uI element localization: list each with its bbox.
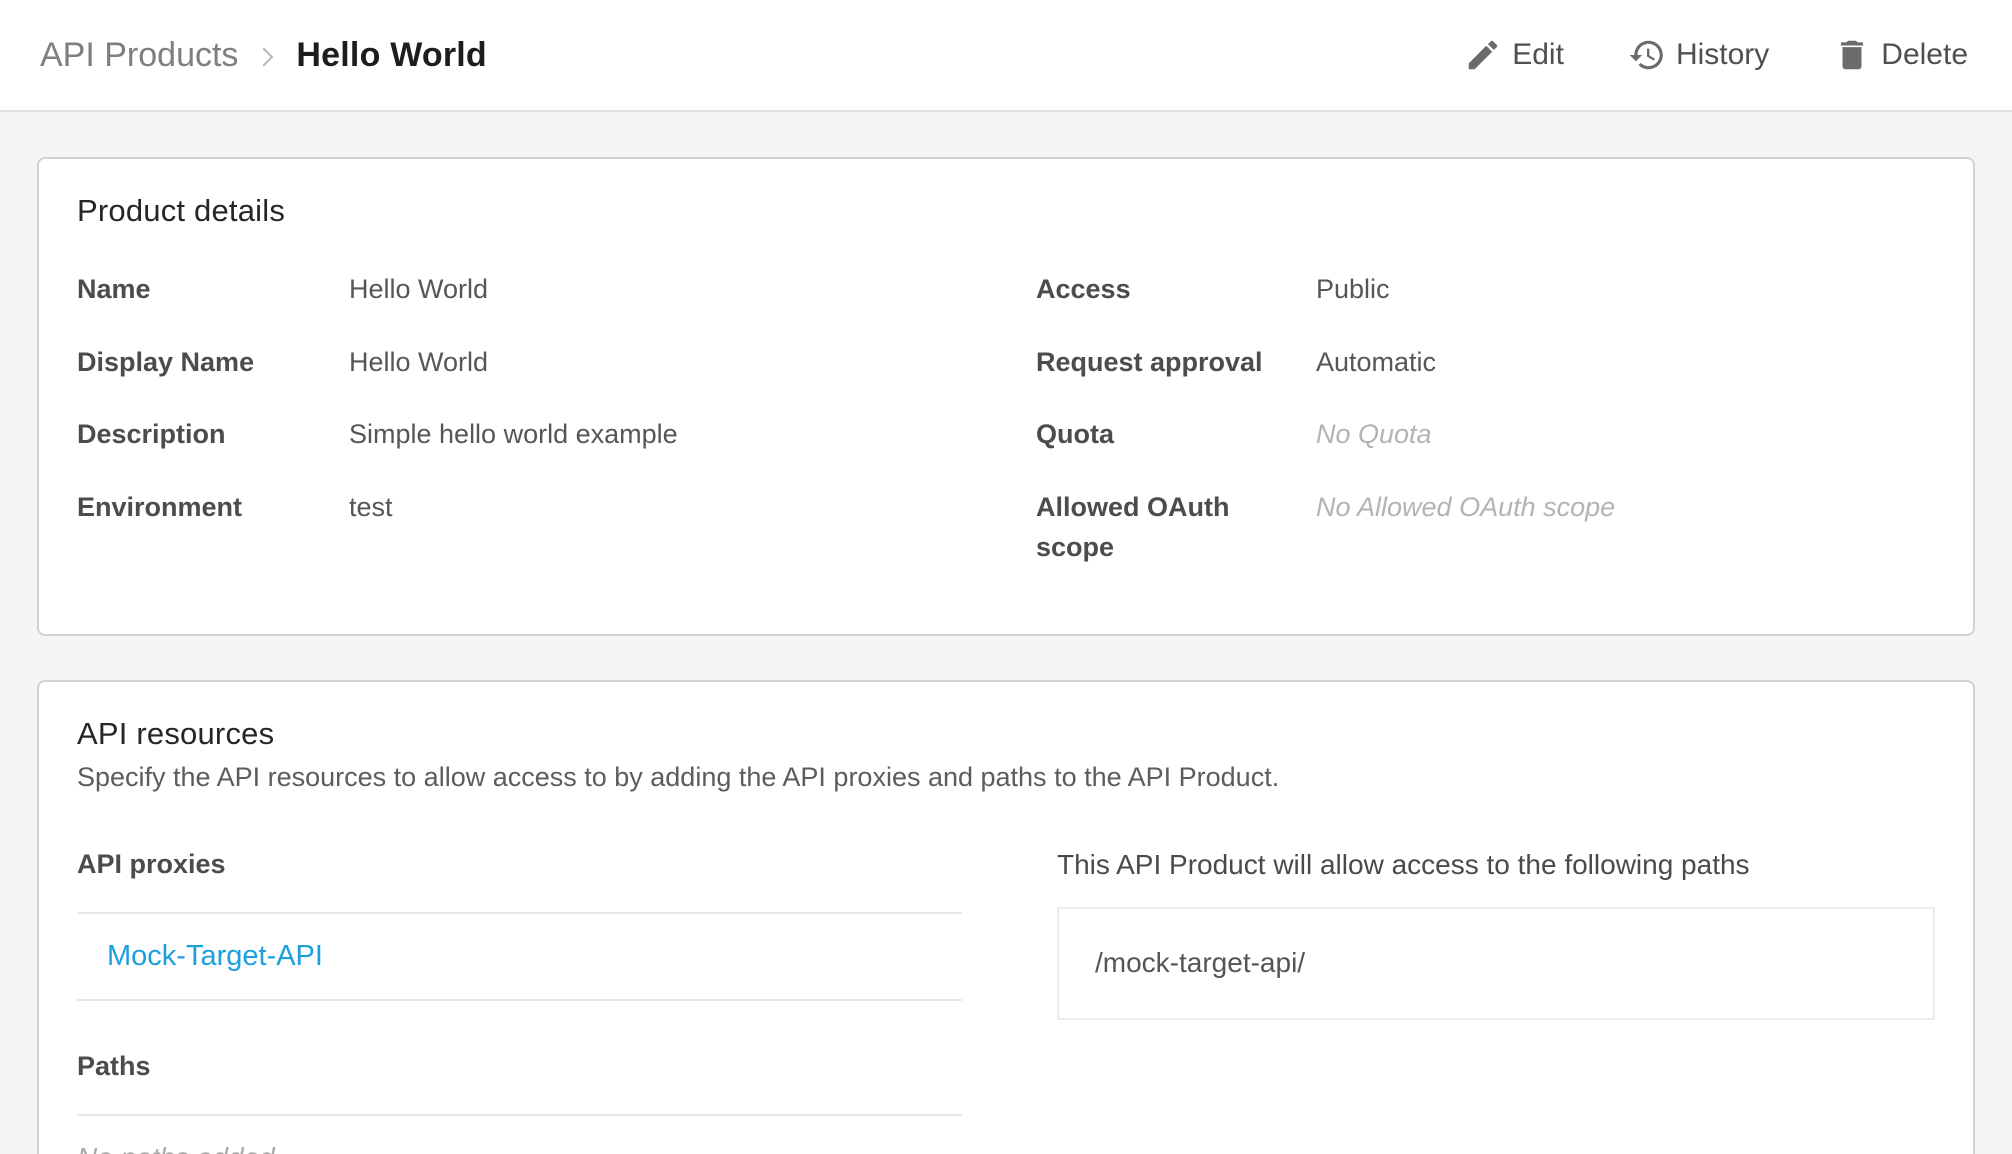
field-allowed-oauth-scope: Allowed OAuth scope No Allowed OAuth sco… <box>1036 487 1935 568</box>
breadcrumb-api-products-link[interactable]: API Products <box>40 36 238 75</box>
field-value: Public <box>1316 274 1390 304</box>
page-title: Hello World <box>296 35 487 74</box>
edit-button-label: Edit <box>1512 38 1564 71</box>
product-details-title: Product details <box>77 193 286 228</box>
header-actions: Edit History Delete <box>1464 36 1968 74</box>
field-label: Request approval <box>1036 346 1263 377</box>
paths-empty-text: No paths added. <box>77 1142 962 1154</box>
page-header: API Products Hello World Edit History De… <box>0 0 2012 112</box>
proxy-link-mock-target-api[interactable]: Mock-Target-API <box>107 940 323 972</box>
field-label: Quota <box>1036 419 1114 449</box>
field-label: Access <box>1036 274 1131 304</box>
field-access: Access Public <box>1036 269 1935 310</box>
details-left-column: Name Hello World Display Name Hello Worl… <box>77 269 976 600</box>
field-label: Allowed OAuth scope <box>1036 491 1230 563</box>
field-quota: Quota No Quota <box>1036 414 1935 455</box>
api-resources-card: API resources Specify the API resources … <box>37 679 1975 1154</box>
divider <box>77 1113 962 1116</box>
history-clock-icon <box>1629 40 1663 70</box>
allowed-paths-box: /mock-target-api/ <box>1057 906 1935 1020</box>
main-content: Product details Name Hello World Display… <box>0 112 2012 1154</box>
delete-button[interactable]: Delete <box>1833 36 1968 74</box>
field-value: Simple hello world example <box>349 419 678 449</box>
field-value: Hello World <box>349 346 489 377</box>
product-details-grid: Name Hello World Display Name Hello Worl… <box>77 269 1935 600</box>
product-details-card: Product details Name Hello World Display… <box>37 157 1975 636</box>
history-button[interactable]: History <box>1628 36 1769 74</box>
trash-icon <box>1841 40 1864 70</box>
field-environment: Environment test <box>77 487 976 528</box>
pencil-icon <box>1468 40 1498 70</box>
allowed-paths-column: This API Product will allow access to th… <box>1057 849 1935 1154</box>
api-proxies-heading: API proxies <box>77 848 226 879</box>
delete-button-label: Delete <box>1881 38 1968 71</box>
api-resources-subtitle: Specify the API resources to allow acces… <box>77 761 1280 792</box>
field-value-empty: No Quota <box>1316 419 1432 449</box>
allowed-paths-heading: This API Product will allow access to th… <box>1057 848 1750 880</box>
field-label: Display Name <box>77 346 255 377</box>
edit-button[interactable]: Edit <box>1464 36 1564 74</box>
list-item: Mock-Target-API <box>77 914 962 999</box>
field-label: Name <box>77 274 151 304</box>
field-label: Environment <box>77 491 243 522</box>
field-description: Description Simple hello world example <box>77 414 976 455</box>
chevron-right-icon <box>262 47 274 67</box>
details-right-column: Access Public Request approval Automatic… <box>1036 269 1935 600</box>
history-button-label: History <box>1675 38 1770 71</box>
field-value-empty: No Allowed OAuth scope <box>1316 491 1616 522</box>
field-request-approval: Request approval Automatic <box>1036 342 1935 383</box>
breadcrumb: API Products Hello World <box>40 36 487 75</box>
field-name: Name Hello World <box>77 269 976 310</box>
field-value: Hello World <box>349 274 489 304</box>
paths-heading: Paths <box>77 1050 151 1081</box>
proxies-and-paths-column: API proxies Mock-Target-API Paths No pat… <box>77 849 962 1154</box>
field-display-name: Display Name Hello World <box>77 342 976 383</box>
api-resources-columns: API proxies Mock-Target-API Paths No pat… <box>77 849 1935 1154</box>
field-value: test <box>349 491 393 522</box>
field-label: Description <box>77 419 226 449</box>
allowed-path-value: /mock-target-api/ <box>1095 947 1306 978</box>
field-value: Automatic <box>1316 346 1437 377</box>
divider <box>77 998 962 1001</box>
api-resources-title: API resources <box>77 715 275 751</box>
